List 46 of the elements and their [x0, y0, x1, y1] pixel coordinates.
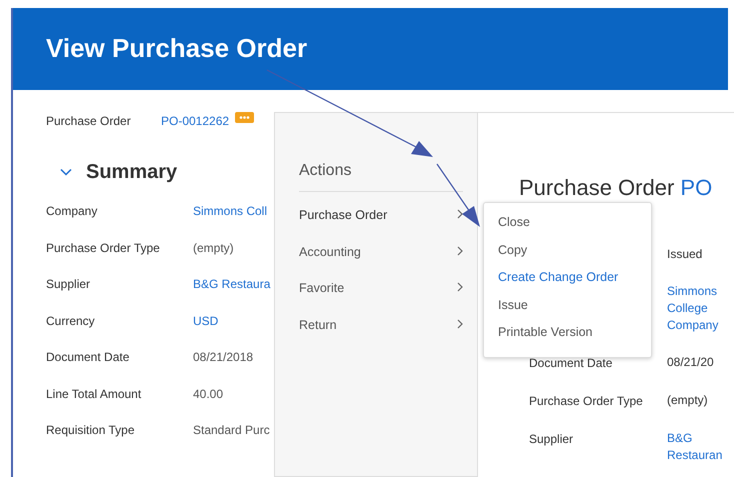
- chevron-icon: [457, 282, 463, 292]
- field-link[interactable]: USD: [193, 312, 218, 330]
- field-link[interactable]: Simmons Coll: [193, 202, 268, 220]
- field-value: (empty): [667, 392, 708, 409]
- menu-item[interactable]: Copy: [498, 240, 651, 268]
- field-link[interactable]: B&G: [667, 430, 722, 447]
- field-label: Purchase Order Type: [528, 393, 644, 410]
- menu-item[interactable]: Return: [299, 316, 463, 352]
- field-label: Requisition Type: [46, 422, 136, 439]
- chevron-icon: [457, 318, 463, 328]
- field-value: 08/21/2018: [193, 349, 254, 366]
- page-title: View Purchase Order: [46, 33, 308, 65]
- preview-title: Purchase Order: [519, 175, 674, 200]
- field-label: Currency: [46, 312, 96, 330]
- field-link[interactable]: Company: [667, 317, 718, 334]
- record-link[interactable]: PO: [680, 175, 712, 200]
- field-value: Standard Purc: [193, 422, 270, 439]
- menu-item[interactable]: Create Change Order: [498, 268, 651, 296]
- field-label: Company: [46, 203, 98, 220]
- chevron-icon[interactable]: [60, 168, 72, 176]
- menu-item[interactable]: Issue: [498, 296, 651, 323]
- chevron-icon: [457, 246, 463, 256]
- field-label: Supplier: [46, 276, 92, 293]
- menu-item[interactable]: Favorite: [299, 279, 463, 316]
- section-heading: Summary: [86, 160, 178, 184]
- field-label: Document Date: [528, 355, 614, 372]
- field-value: 08/21/20: [667, 354, 714, 371]
- field-value: 40.00: [193, 386, 224, 402]
- field-value: Issued: [667, 246, 702, 263]
- field-label: Document Date: [46, 349, 130, 366]
- field-link[interactable]: College: [667, 300, 718, 317]
- field-link[interactable]: B&G Restaura: [193, 275, 270, 293]
- field-link[interactable]: Restauran: [667, 447, 722, 464]
- menu-item[interactable]: Printable Version: [498, 323, 651, 350]
- field-label: Purchase Order Type: [46, 240, 161, 256]
- menu-item[interactable]: Accounting: [299, 242, 463, 279]
- record-link[interactable]: PO-0012262: [161, 112, 230, 130]
- chevron-icon: [457, 209, 463, 219]
- field-label: Supplier: [528, 431, 574, 448]
- field-value: (empty): [193, 240, 234, 256]
- field-label: Purchase Order: [46, 113, 132, 130]
- panel-heading: Actions: [299, 159, 463, 192]
- menu-item[interactable]: Purchase Order: [299, 206, 463, 242]
- menu-item[interactable]: Close: [498, 213, 651, 240]
- field-link[interactable]: Simmons: [667, 283, 718, 300]
- field-label: Line Total Amount: [46, 386, 142, 402]
